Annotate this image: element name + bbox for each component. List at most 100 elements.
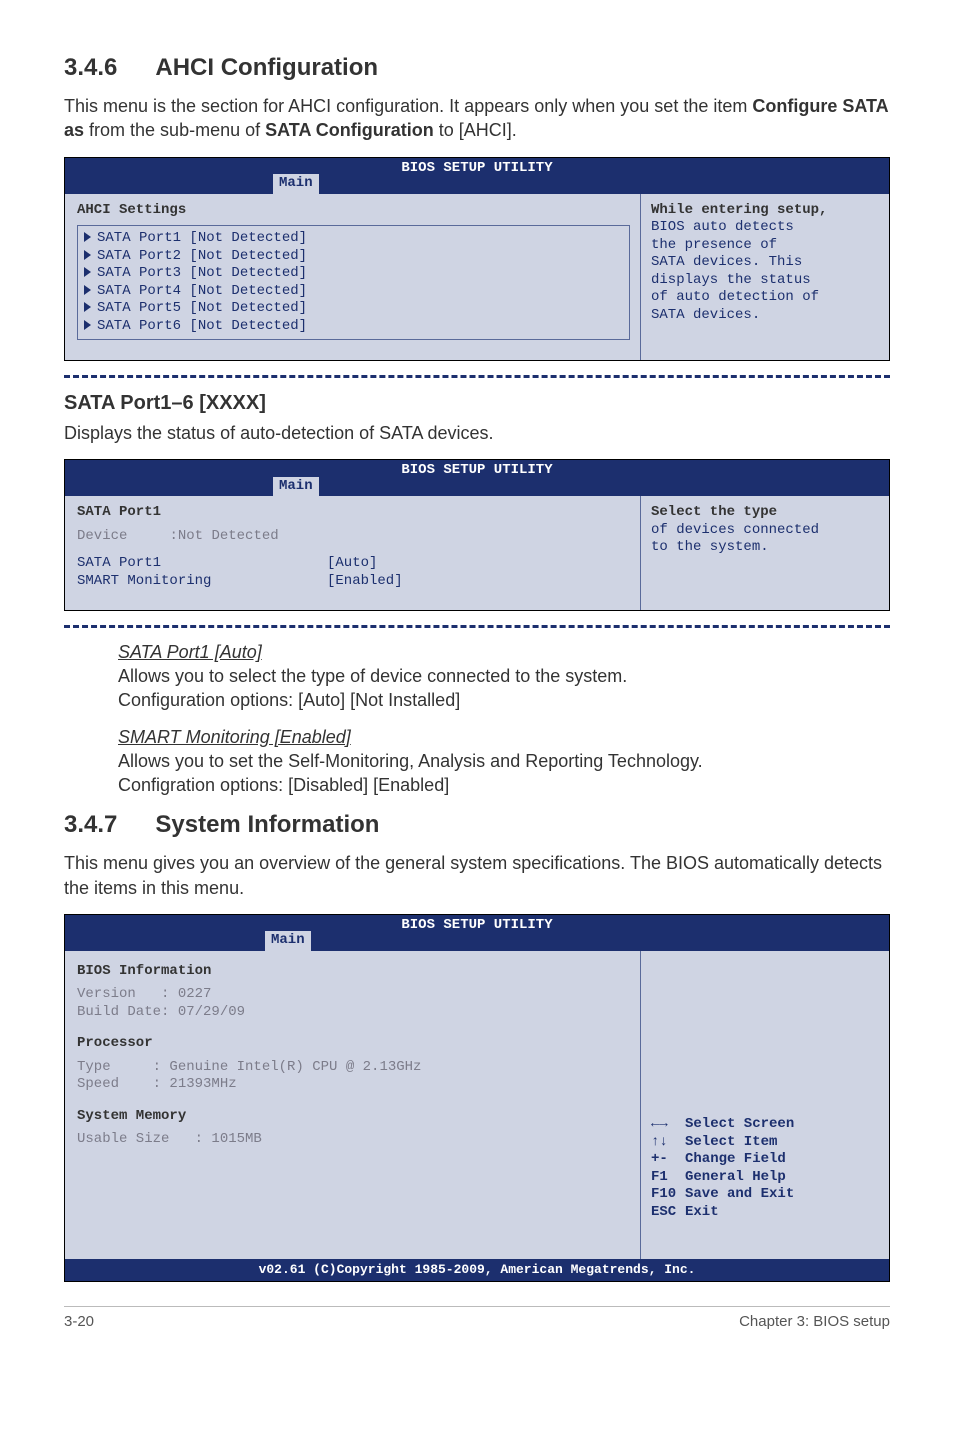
sata-port-desc: Displays the status of auto-detection of…: [64, 421, 890, 445]
nav-key: ↑↓: [651, 1134, 685, 1152]
bios-panel-sysinfo: BIOS SETUP UTILITY Main BIOS Information…: [64, 914, 890, 1282]
option-desc-line: Configuration options: [Auto] [Not Insta…: [118, 690, 460, 710]
option-label: SATA Port1: [77, 555, 327, 573]
triangle-icon: [84, 320, 91, 330]
sata-port-label: SATA Port2 [Not Detected]: [97, 248, 307, 264]
help-text: of devices connected to the system.: [651, 522, 819, 556]
sata-port-item[interactable]: SATA Port6 [Not Detected]: [84, 318, 623, 336]
bios-left-pane: AHCI Settings SATA Port1 [Not Detected] …: [65, 194, 640, 361]
page-footer: 3-20 Chapter 3: BIOS setup: [64, 1306, 890, 1330]
option-desc-line: Allows you to set the Self-Monitoring, A…: [118, 751, 703, 771]
sata-port-item[interactable]: SATA Port5 [Not Detected]: [84, 300, 623, 318]
bios-tab-main[interactable]: Main: [273, 174, 319, 194]
option-desc-line: Configration options: [Disabled] [Enable…: [118, 775, 449, 795]
triangle-icon: [84, 267, 91, 277]
processor-speed: Speed : 21393MHz: [77, 1076, 630, 1094]
bios-left-pane: BIOS Information Version : 0227 Build Da…: [65, 951, 640, 1259]
bios-help-pane: ←→Select Screen ↑↓Select Item +-Change F…: [640, 951, 889, 1259]
nav-action: Select Item: [685, 1134, 777, 1150]
bios-title-text: BIOS SETUP UTILITY: [401, 462, 552, 480]
sata-port-item[interactable]: SATA Port4 [Not Detected]: [84, 283, 623, 301]
section-title: AHCI Configuration: [155, 54, 378, 81]
sata-port1-heading: SATA Port1: [77, 504, 630, 522]
nav-action: Save and Exit: [685, 1186, 794, 1202]
help-first-line: Select the type: [651, 504, 777, 520]
option-value: [Auto]: [327, 555, 377, 571]
nav-help-block: ←→Select Screen ↑↓Select Item +-Change F…: [651, 1099, 879, 1239]
bios-panel-sata-port: BIOS SETUP UTILITY Main SATA Port1 Devic…: [64, 459, 890, 611]
bios-copyright-footer: v02.61 (C)Copyright 1985-2009, American …: [65, 1259, 889, 1281]
option-smart-head: SMART Monitoring [Enabled]: [118, 727, 890, 748]
sata-port-label: SATA Port4 [Not Detected]: [97, 283, 307, 299]
bios-title-text: BIOS SETUP UTILITY: [401, 917, 552, 935]
intro-bold: SATA Configuration: [265, 120, 434, 140]
bios-build-date: Build Date: 07/29/09: [77, 1004, 630, 1022]
help-first-line: While entering setup,: [651, 202, 827, 218]
memory-size: Usable Size : 1015MB: [77, 1131, 630, 1149]
nav-action: Select Screen: [685, 1116, 794, 1132]
processor-heading: Processor: [77, 1035, 630, 1053]
bios-title-text: BIOS SETUP UTILITY: [401, 160, 552, 178]
section-3-4-6-intro: This menu is the section for AHCI config…: [64, 94, 890, 143]
nav-key: F10: [651, 1186, 685, 1204]
bios-panel-ahci: BIOS SETUP UTILITY Main AHCI Settings SA…: [64, 157, 890, 362]
dashed-separator: [64, 375, 890, 378]
bios-title-bar: BIOS SETUP UTILITY Main: [65, 915, 889, 951]
bios-title-bar: BIOS SETUP UTILITY Main: [65, 158, 889, 194]
nav-key: +-: [651, 1151, 685, 1169]
nav-key: ESC: [651, 1204, 685, 1222]
ahci-settings-heading: AHCI Settings: [77, 202, 630, 220]
sata-ports-box: SATA Port1 [Not Detected] SATA Port2 [No…: [77, 225, 630, 340]
option-sata-port1-desc: Allows you to select the type of device …: [118, 665, 890, 713]
option-sata-port1-head: SATA Port1 [Auto]: [118, 642, 890, 663]
page-number: 3-20: [64, 1313, 94, 1330]
sata-port-label: SATA Port3 [Not Detected]: [97, 265, 307, 281]
device-label: Device: [77, 528, 127, 544]
triangle-icon: [84, 285, 91, 295]
nav-action: General Help: [685, 1169, 786, 1185]
nav-action: Exit: [685, 1204, 719, 1220]
sata-port-item[interactable]: SATA Port2 [Not Detected]: [84, 248, 623, 266]
sata-port-item[interactable]: SATA Port1 [Not Detected]: [84, 230, 623, 248]
option-label: SMART Monitoring: [77, 573, 327, 591]
option-value: [Enabled]: [327, 573, 403, 589]
sata-port-label: SATA Port6 [Not Detected]: [97, 318, 307, 334]
bios-tab-main[interactable]: Main: [265, 931, 311, 951]
option-row[interactable]: SATA Port1[Auto]: [77, 555, 630, 573]
sata-port-item[interactable]: SATA Port3 [Not Detected]: [84, 265, 623, 283]
intro-text: to [AHCI].: [434, 120, 517, 140]
bios-version: Version : 0227: [77, 986, 630, 1004]
section-number: 3.4.7: [64, 811, 117, 839]
bios-info-heading: BIOS Information: [77, 963, 630, 981]
dashed-separator: [64, 625, 890, 628]
sata-port-heading: SATA Port1–6 [XXXX]: [64, 392, 890, 415]
section-number: 3.4.6: [64, 54, 117, 82]
section-title: System Information: [155, 811, 379, 838]
intro-text: This menu is the section for AHCI config…: [64, 96, 752, 116]
sata-port-label: SATA Port1 [Not Detected]: [97, 230, 307, 246]
device-value: :Not Detected: [169, 528, 278, 544]
triangle-icon: [84, 302, 91, 312]
sata-port-label: SATA Port5 [Not Detected]: [97, 300, 307, 316]
section-3-4-7-heading: 3.4.7 System Information: [64, 811, 890, 839]
section-3-4-7-intro: This menu gives you an overview of the g…: [64, 851, 890, 900]
section-3-4-6-heading: 3.4.6 AHCI Configuration: [64, 54, 890, 82]
nav-key: ←→: [651, 1116, 685, 1134]
help-text: BIOS auto detects the presence of SATA d…: [651, 219, 819, 323]
memory-heading: System Memory: [77, 1108, 630, 1126]
chapter-title: Chapter 3: BIOS setup: [739, 1313, 890, 1330]
device-row: Device :Not Detected: [77, 528, 630, 546]
bios-help-pane: Select the type of devices connected to …: [640, 496, 889, 610]
bios-title-bar: BIOS SETUP UTILITY Main: [65, 460, 889, 496]
bios-left-pane: SATA Port1 Device :Not Detected SATA Por…: [65, 496, 640, 610]
option-desc-line: Allows you to select the type of device …: [118, 666, 627, 686]
bios-help-pane: While entering setup, BIOS auto detects …: [640, 194, 889, 361]
option-row[interactable]: SMART Monitoring[Enabled]: [77, 573, 630, 591]
processor-type: Type : Genuine Intel(R) CPU @ 2.13GHz: [77, 1059, 630, 1077]
nav-action: Change Field: [685, 1151, 786, 1167]
triangle-icon: [84, 232, 91, 242]
bios-tab-main[interactable]: Main: [273, 477, 319, 497]
nav-key: F1: [651, 1169, 685, 1187]
option-smart-desc: Allows you to set the Self-Monitoring, A…: [118, 750, 890, 798]
triangle-icon: [84, 250, 91, 260]
